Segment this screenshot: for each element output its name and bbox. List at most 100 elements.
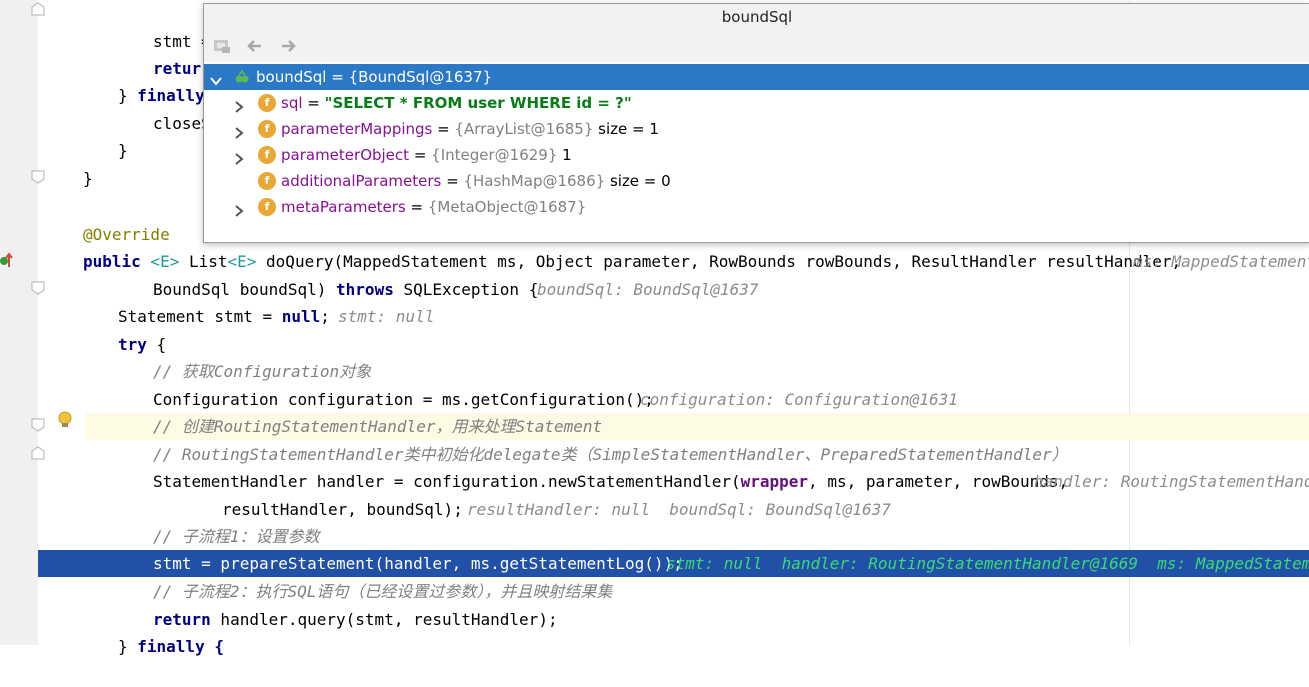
inline-debug-value: resultHandler: null boundSql: BoundSql@1… bbox=[467, 500, 891, 519]
field-extra: size = 1 bbox=[593, 120, 659, 138]
code-text: } bbox=[118, 637, 138, 656]
field-icon: f bbox=[258, 146, 276, 164]
comment: // 获取Configuration对象 bbox=[153, 362, 372, 381]
field-name: sql bbox=[281, 94, 303, 112]
comment: // 创建RoutingStatementHandler，用来处理Stateme… bbox=[153, 417, 603, 436]
tree-field-row[interactable]: f parameterMappings = {ArrayList@1685} s… bbox=[204, 116, 1309, 142]
code-line[interactable]: Configuration configuration = ms.getConf… bbox=[0, 386, 1309, 413]
field-value: "SELECT * FROM user WHERE id = ?" bbox=[324, 94, 632, 112]
field-eq: = bbox=[409, 146, 432, 164]
field-value: {MetaObject@1687} bbox=[427, 198, 587, 216]
popup-toolbar bbox=[204, 30, 1309, 62]
keyword: finally bbox=[137, 86, 205, 105]
current-execution-line[interactable]: stmt = prepareStatement(handler, ms.getS… bbox=[38, 550, 1309, 577]
field-eq: = bbox=[432, 120, 455, 138]
inline-debug-value: configuration: Configuration@1631 bbox=[640, 390, 958, 409]
code-text: , ms, parameter, rowBounds, bbox=[808, 472, 1069, 491]
tree-field-row[interactable]: f additionalParameters = {HashMap@1686} … bbox=[204, 168, 1309, 194]
code-line[interactable]: // 子流程1：设置参数 bbox=[0, 523, 1309, 550]
keyword: retur bbox=[153, 59, 202, 78]
code-text: } bbox=[83, 169, 93, 188]
code-text: Configuration configuration = ms.getConf… bbox=[153, 390, 654, 409]
inline-debug-value: stmt: null handler: RoutingStatementHand… bbox=[666, 554, 1309, 573]
inline-debug-value: ms: MappedStatement@ bbox=[1133, 252, 1309, 271]
field-icon: f bbox=[258, 198, 276, 216]
code-text: } bbox=[118, 86, 138, 105]
code-line[interactable]: Statement stmt = null; stmt: null bbox=[0, 303, 1309, 330]
tree-field-row[interactable]: f metaParameters = {MetaObject@1687} bbox=[204, 194, 1309, 220]
comment: // RoutingStatementHandler类中初始化delegate类… bbox=[153, 445, 1068, 464]
code-text: doQuery(MappedStatement ms, Object param… bbox=[256, 252, 1182, 271]
code-line[interactable]: BoundSql boundSql) throws SQLException {… bbox=[0, 276, 1309, 303]
code-line[interactable]: public <E> List<E> doQuery(MappedStateme… bbox=[0, 248, 1309, 275]
back-icon[interactable] bbox=[245, 37, 265, 55]
code-line[interactable]: return handler.query(stmt, resultHandler… bbox=[0, 606, 1309, 633]
inline-debug-value: stmt: null bbox=[338, 307, 435, 326]
code-line[interactable]: // RoutingStatementHandler类中初始化delegate类… bbox=[0, 441, 1309, 468]
keyword: throws bbox=[336, 280, 394, 299]
chevron-right-icon[interactable] bbox=[232, 148, 246, 165]
field-name: metaParameters bbox=[281, 198, 406, 216]
field-value: {Integer@1629} bbox=[431, 146, 558, 164]
field-extra: 1 bbox=[557, 146, 572, 164]
forward-icon[interactable] bbox=[278, 37, 298, 55]
field-eq: = bbox=[302, 94, 325, 112]
chevron-right-icon[interactable] bbox=[232, 96, 246, 113]
field-extra: size = 0 bbox=[605, 172, 671, 190]
field-name: parameterMappings bbox=[281, 120, 433, 138]
keyword: public bbox=[83, 252, 141, 271]
tree-root-row[interactable]: boundSql = {BoundSql@1637} bbox=[204, 64, 1309, 90]
field-icon: f bbox=[258, 172, 276, 190]
code-line[interactable]: // 获取Configuration对象 bbox=[0, 358, 1309, 385]
code-text: List bbox=[179, 252, 228, 271]
code-line[interactable]: } finally { bbox=[0, 633, 1309, 660]
type-param: <E> bbox=[140, 252, 180, 271]
code-text: SQLException { bbox=[393, 280, 539, 299]
code-text: ; bbox=[320, 307, 330, 326]
code-line[interactable]: try { bbox=[0, 331, 1309, 358]
field-eq: = bbox=[405, 198, 428, 216]
field-icon: f bbox=[258, 120, 276, 138]
field-value: {ArrayList@1685} bbox=[454, 120, 594, 138]
code-text: } bbox=[118, 141, 128, 160]
code-text: handler.query(stmt, resultHandler); bbox=[210, 610, 558, 629]
fold-marker-icon[interactable] bbox=[31, 418, 45, 432]
field-value: {HashMap@1686} bbox=[463, 172, 606, 190]
tree-field-row[interactable]: f parameterObject = {Integer@1629} 1 bbox=[204, 142, 1309, 168]
intention-bulb-icon[interactable] bbox=[56, 410, 74, 434]
chevron-right-icon[interactable] bbox=[232, 200, 246, 217]
field-ref: wrapper bbox=[740, 472, 809, 491]
fold-marker-icon[interactable] bbox=[31, 2, 45, 16]
field-name: parameterObject bbox=[281, 146, 410, 164]
chevron-right-icon[interactable] bbox=[232, 122, 246, 139]
code-text: { bbox=[146, 335, 167, 354]
navigate-icon[interactable] bbox=[212, 37, 232, 55]
inline-debug-value: boundSql: BoundSql@1637 bbox=[537, 280, 759, 299]
code-text: StatementHandler handler = configuration… bbox=[153, 472, 741, 491]
keyword: try bbox=[118, 335, 147, 354]
tree-field-row[interactable]: f sql = "SELECT * FROM user WHERE id = ?… bbox=[204, 90, 1309, 116]
code-line[interactable]: StatementHandler handler = configuration… bbox=[0, 468, 1309, 495]
code-text: BoundSql boundSql) bbox=[153, 280, 337, 299]
code-line[interactable]: resultHandler, boundSql); resultHandler:… bbox=[0, 496, 1309, 523]
chevron-down-icon[interactable] bbox=[209, 70, 223, 86]
inline-debug-value: handler: RoutingStatementHandle bbox=[1034, 472, 1309, 491]
variable-inspector-popup[interactable]: boundSql boundSql = {BoundSql@1637} f sq… bbox=[203, 3, 1309, 243]
code-text: stmt = prepareStatement(handler, ms.getS… bbox=[153, 554, 683, 573]
code-text: Statement stmt = bbox=[118, 307, 282, 326]
field-name: additionalParameters bbox=[281, 172, 442, 190]
popup-title: boundSql bbox=[204, 4, 1309, 30]
annotation: @Override bbox=[83, 225, 170, 244]
code-line[interactable]: // 子流程2：执行SQL语句（已经设置过参数），并且映射结果集 bbox=[0, 578, 1309, 605]
comment: // 子流程2：执行SQL语句（已经设置过参数），并且映射结果集 bbox=[153, 582, 613, 601]
variable-tree: boundSql = {BoundSql@1637} f sql = "SELE… bbox=[204, 62, 1309, 240]
code-line-highlighted[interactable]: // 创建RoutingStatementHandler，用来处理Stateme… bbox=[86, 413, 1309, 440]
type-param: <E> bbox=[227, 252, 257, 271]
var-eq: = bbox=[326, 68, 349, 86]
field-icon: f bbox=[258, 94, 276, 112]
keyword: null bbox=[281, 307, 321, 326]
field-eq: = bbox=[441, 172, 464, 190]
comment: // 子流程1：设置参数 bbox=[153, 527, 320, 546]
keyword: finally { bbox=[137, 637, 224, 656]
var-name: boundSql bbox=[256, 68, 327, 86]
